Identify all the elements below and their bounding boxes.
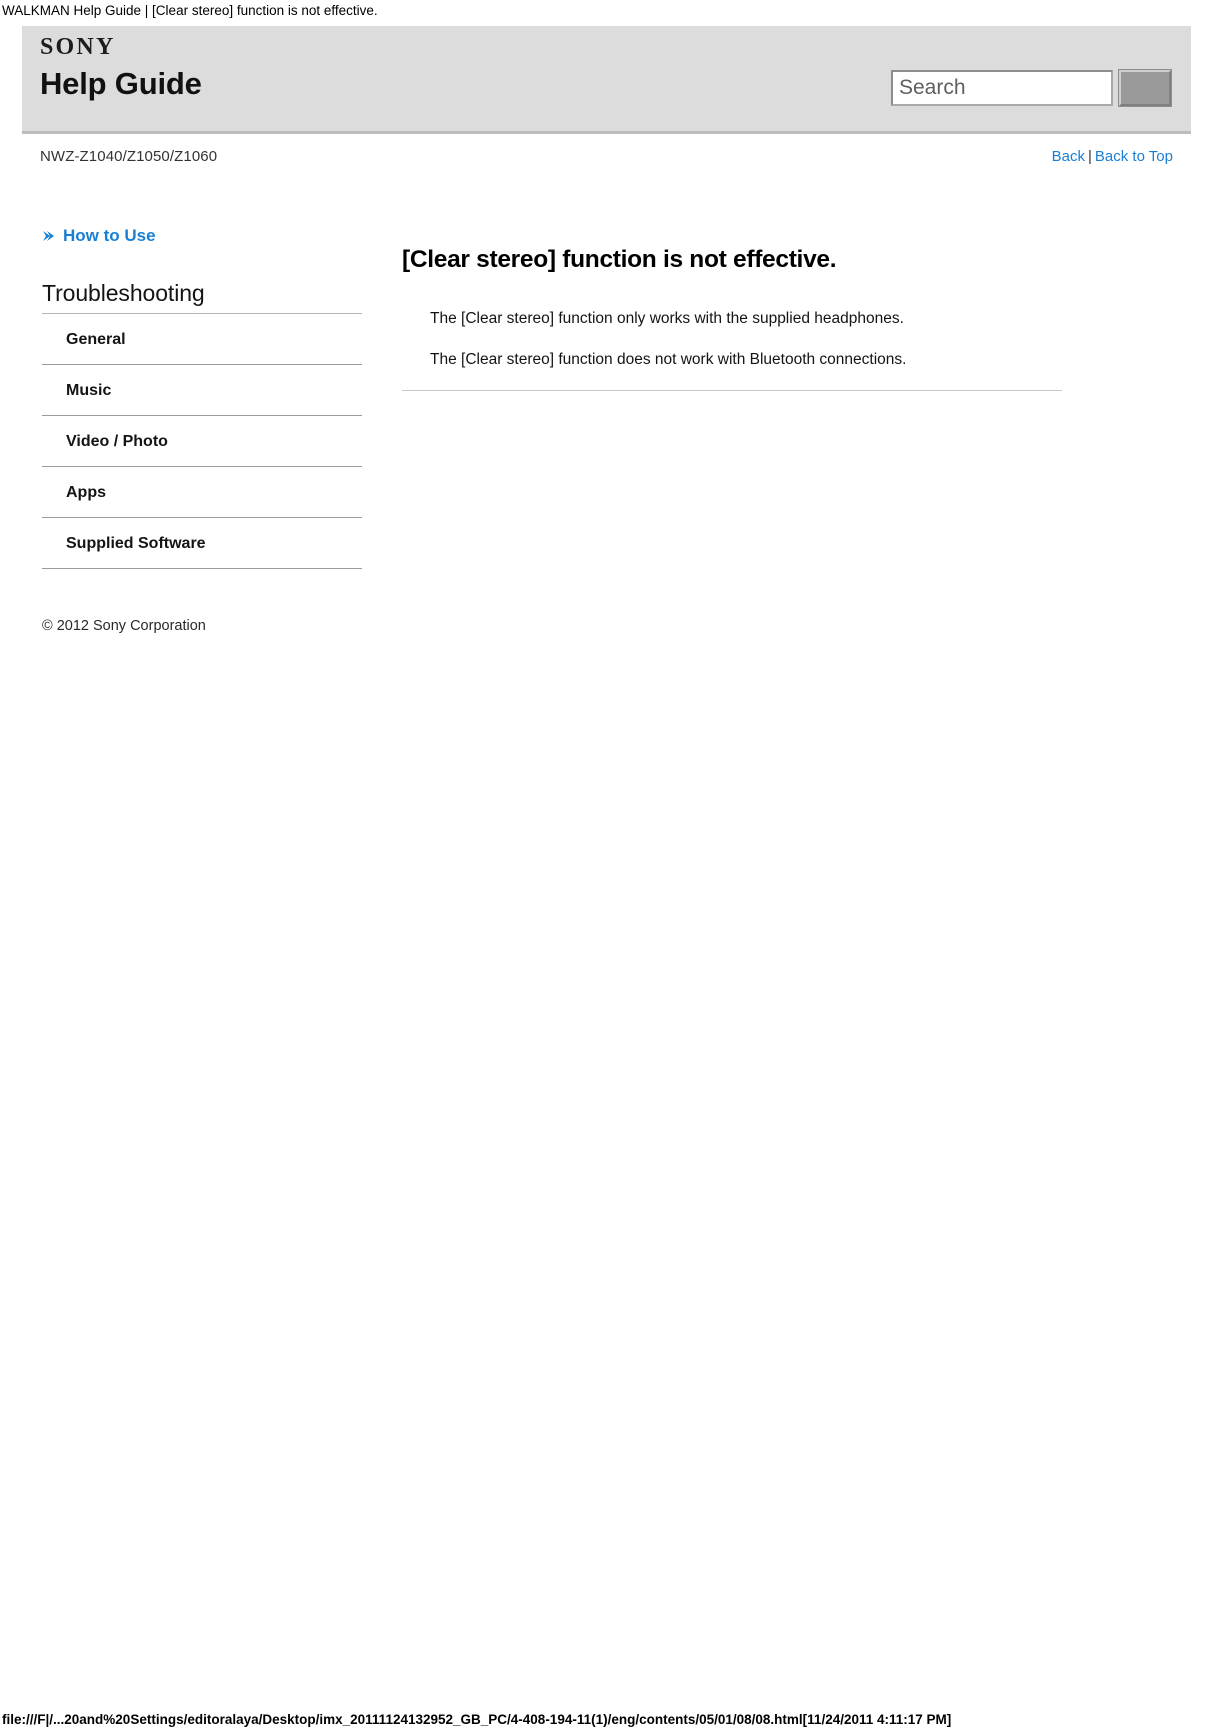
search-submit-button[interactable] bbox=[1118, 69, 1172, 107]
sidebar: How to Use Troubleshooting General Music… bbox=[42, 226, 362, 635]
main-content: [Clear stereo] function is not effective… bbox=[402, 226, 1062, 391]
search-input[interactable] bbox=[891, 70, 1113, 106]
chevron-right-icon bbox=[42, 229, 56, 243]
page-title: Help Guide bbox=[40, 66, 202, 101]
sidebar-item-how-to-use[interactable]: How to Use bbox=[42, 226, 156, 246]
content-divider bbox=[402, 390, 1062, 391]
sidebar-item-supplied-software[interactable]: Supplied Software bbox=[42, 518, 362, 569]
sidebar-item-apps[interactable]: Apps bbox=[42, 467, 362, 518]
content-heading: [Clear stereo] function is not effective… bbox=[402, 246, 837, 273]
sony-logo: SONY bbox=[40, 34, 116, 60]
model-number: NWZ-Z1040/Z1050/Z1060 bbox=[40, 148, 218, 165]
copyright-notice: © 2012 Sony Corporation bbox=[42, 618, 206, 634]
sidebar-item-video-photo[interactable]: Video / Photo bbox=[42, 416, 362, 467]
sidebar-item-general[interactable]: General bbox=[42, 314, 362, 365]
page-container: SONY Help Guide NWZ-Z1040/Z1050/Z1060 Ba… bbox=[0, 26, 1213, 634]
site-header: SONY Help Guide bbox=[22, 26, 1191, 134]
browser-print-header: WALKMAN Help Guide | [Clear stereo] func… bbox=[2, 3, 378, 18]
model-nav-bar: NWZ-Z1040/Z1050/Z1060 Back | Back to Top bbox=[22, 134, 1191, 180]
back-link[interactable]: Back bbox=[1052, 148, 1085, 165]
sidebar-item-how-to-use-label: How to Use bbox=[63, 226, 156, 245]
back-to-top-link[interactable]: Back to Top bbox=[1095, 148, 1173, 165]
sidebar-section-title: Troubleshooting bbox=[42, 279, 362, 314]
content-body: The [Clear stereo] function only works w… bbox=[402, 308, 1062, 370]
header-navigation-links: Back | Back to Top bbox=[1052, 148, 1173, 165]
content-paragraph: The [Clear stereo] function only works w… bbox=[430, 310, 904, 327]
content-paragraph: The [Clear stereo] function does not wor… bbox=[430, 351, 907, 368]
search-area bbox=[891, 69, 1172, 107]
link-separator: | bbox=[1087, 148, 1092, 165]
sidebar-item-music[interactable]: Music bbox=[42, 365, 362, 416]
brand-block: SONY Help Guide bbox=[40, 33, 202, 105]
browser-print-footer-url: file:///F|/...20and%20Settings/editorala… bbox=[2, 1712, 952, 1727]
